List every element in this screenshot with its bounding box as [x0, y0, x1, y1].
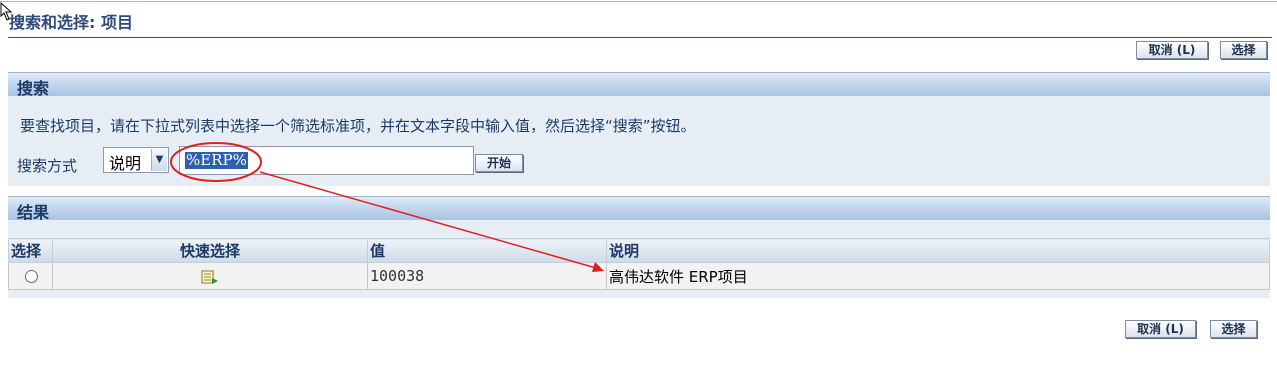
- search-filter-select[interactable]: 说明 ▼: [103, 147, 169, 173]
- column-header-select[interactable]: 选择: [8, 238, 53, 263]
- column-header-quick-select[interactable]: 快速选择: [52, 238, 368, 263]
- search-input[interactable]: %ERP%: [179, 146, 474, 175]
- title-divider: [8, 37, 1272, 38]
- search-section-header: 搜索: [8, 72, 1270, 98]
- cancel-button-top[interactable]: 取消 (L): [1136, 41, 1208, 59]
- select-button-bottom[interactable]: 选择: [1210, 320, 1257, 338]
- search-input-value: %ERP%: [185, 151, 248, 169]
- search-by-label: 搜索方式: [17, 157, 78, 175]
- quick-select-icon[interactable]: [201, 269, 219, 285]
- chevron-down-icon[interactable]: ▼: [151, 149, 167, 171]
- row-select-cell: [8, 262, 53, 290]
- row-quick-select-cell: [52, 262, 368, 290]
- top-border: [0, 1, 1277, 2]
- search-filter-value: 说明: [109, 154, 142, 173]
- results-table: 选择 快速选择 值 说明 100038 高伟达软件 ERP项目: [8, 238, 1270, 290]
- row-description-cell: 高伟达软件 ERP项目: [606, 262, 1270, 290]
- go-button[interactable]: 开始: [475, 154, 523, 172]
- results-header-row: 选择 快速选择 值 说明: [8, 238, 1270, 263]
- row-radio-button[interactable]: [25, 270, 38, 283]
- results-section-header: 结果: [8, 196, 1270, 222]
- search-instructions: 要查找项目，请在下拉式列表中选择一个筛选标准项，并在文本字段中输入值，然后选择“…: [20, 117, 696, 135]
- row-value-cell: 100038: [367, 262, 607, 290]
- column-header-value[interactable]: 值: [367, 238, 607, 263]
- page-title: 搜索和选择: 项目: [9, 13, 133, 32]
- cancel-button-bottom[interactable]: 取消 (L): [1125, 320, 1196, 338]
- column-header-description[interactable]: 说明: [606, 238, 1270, 263]
- table-row: 100038 高伟达软件 ERP项目: [8, 262, 1270, 290]
- select-button-top[interactable]: 选择: [1220, 41, 1267, 59]
